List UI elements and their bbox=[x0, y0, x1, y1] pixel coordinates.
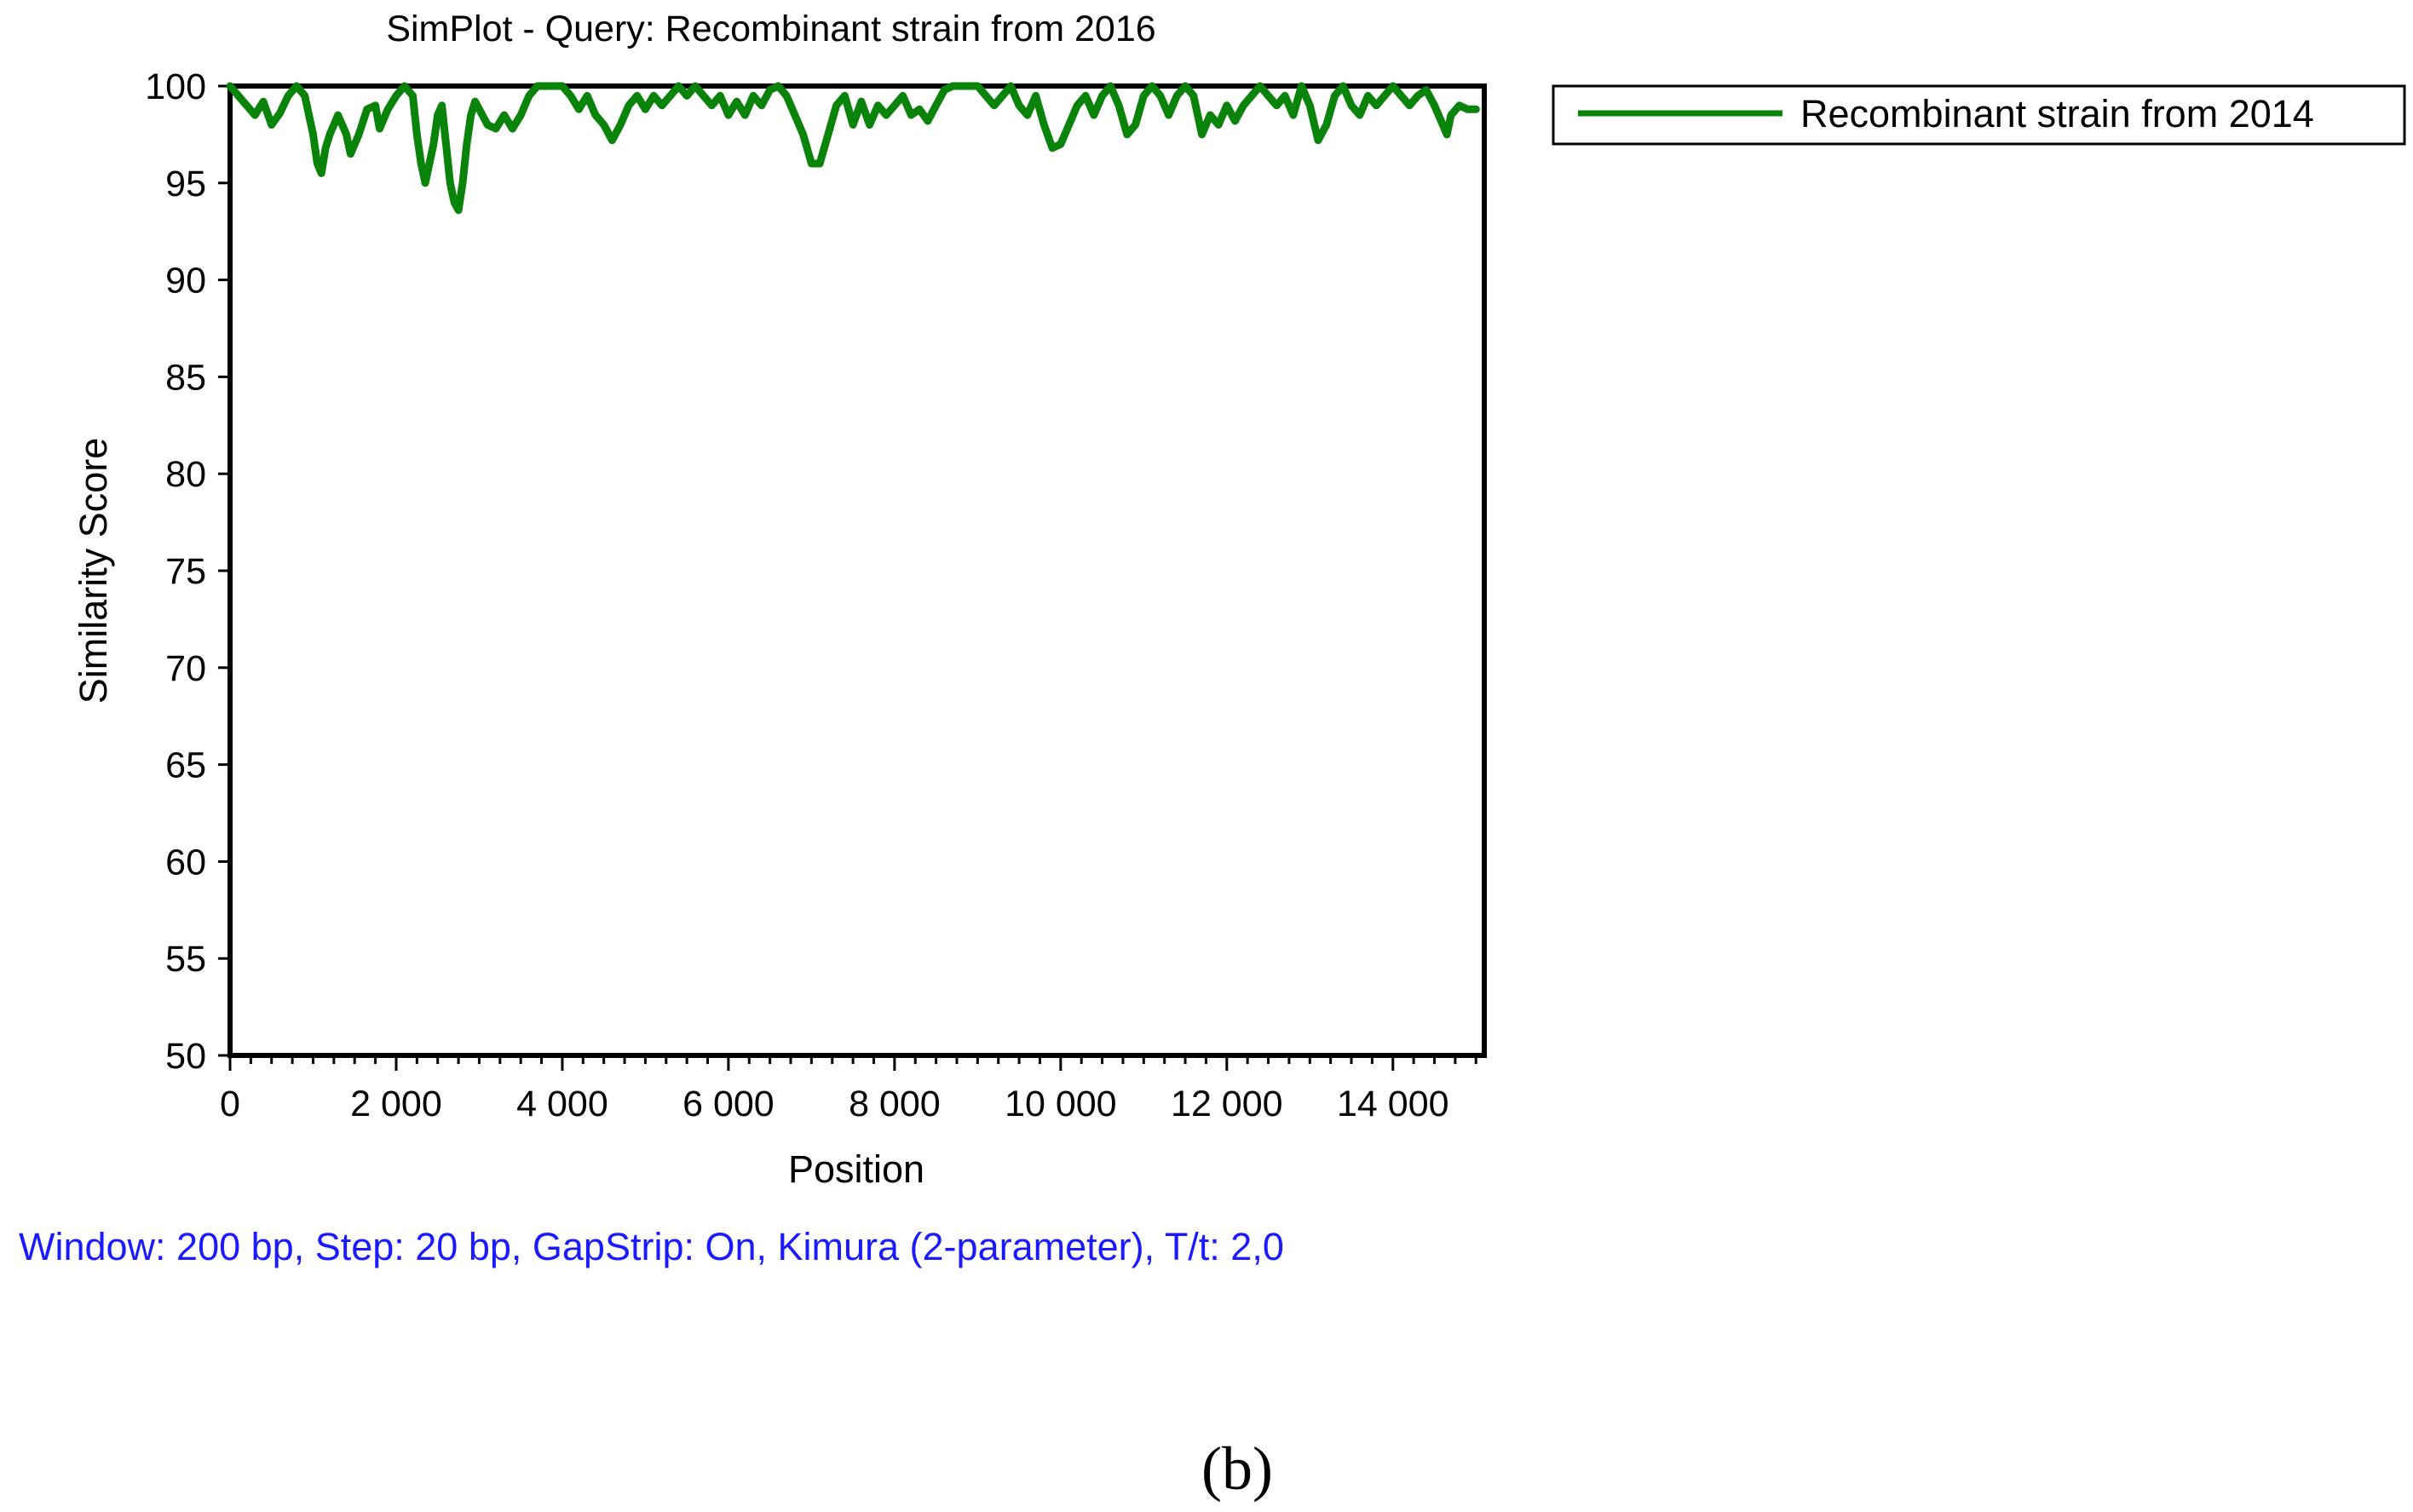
x-tick-label: 8 000 bbox=[849, 1084, 941, 1124]
y-tick-label: 80 bbox=[165, 454, 206, 495]
y-tick-label: 55 bbox=[165, 939, 206, 980]
x-tick-label: 4 000 bbox=[516, 1084, 608, 1124]
chart-title: SimPlot - Query: Recombinant strain from… bbox=[386, 9, 1155, 49]
x-tick-label: 0 bbox=[220, 1084, 240, 1124]
x-tick-label: 6 000 bbox=[682, 1084, 775, 1124]
y-tick-label: 65 bbox=[165, 745, 206, 786]
y-tick-label: 50 bbox=[165, 1036, 206, 1077]
x-tick-label: 10 000 bbox=[1005, 1084, 1117, 1124]
y-tick-label: 85 bbox=[165, 357, 206, 398]
y-axis: 50 55 60 65 70 75 80 85 90 95 100 bbox=[145, 66, 230, 1077]
x-axis: 0 2 000 4 000 6 000 8 000 10 000 12 000 14 000 bbox=[220, 1055, 1477, 1124]
analysis-parameters: Window: 200 bp, Step: 20 bp, GapStrip: O… bbox=[19, 1225, 1284, 1268]
figure-caption: (b) bbox=[1201, 1434, 1273, 1503]
x-axis-label: Position bbox=[788, 1147, 924, 1191]
y-tick-label: 90 bbox=[165, 261, 206, 302]
plot-frame bbox=[227, 83, 1487, 1058]
y-tick-label: 100 bbox=[145, 66, 206, 107]
y-axis-label: Similarity Score bbox=[72, 438, 115, 704]
x-tick-label: 12 000 bbox=[1171, 1084, 1283, 1124]
legend: Recombinant strain from 2014 bbox=[1552, 84, 2406, 146]
y-tick-label: 70 bbox=[165, 648, 206, 689]
y-tick-label: 60 bbox=[165, 842, 206, 882]
x-tick-label: 2 000 bbox=[350, 1084, 442, 1124]
y-tick-label: 95 bbox=[165, 164, 206, 204]
y-tick-label: 75 bbox=[165, 551, 206, 592]
x-tick-label: 14 000 bbox=[1337, 1084, 1449, 1124]
legend-label: Recombinant strain from 2014 bbox=[1800, 92, 2314, 135]
simplot-chart: SimPlot - Query: Recombinant strain from… bbox=[19, 9, 2406, 1503]
